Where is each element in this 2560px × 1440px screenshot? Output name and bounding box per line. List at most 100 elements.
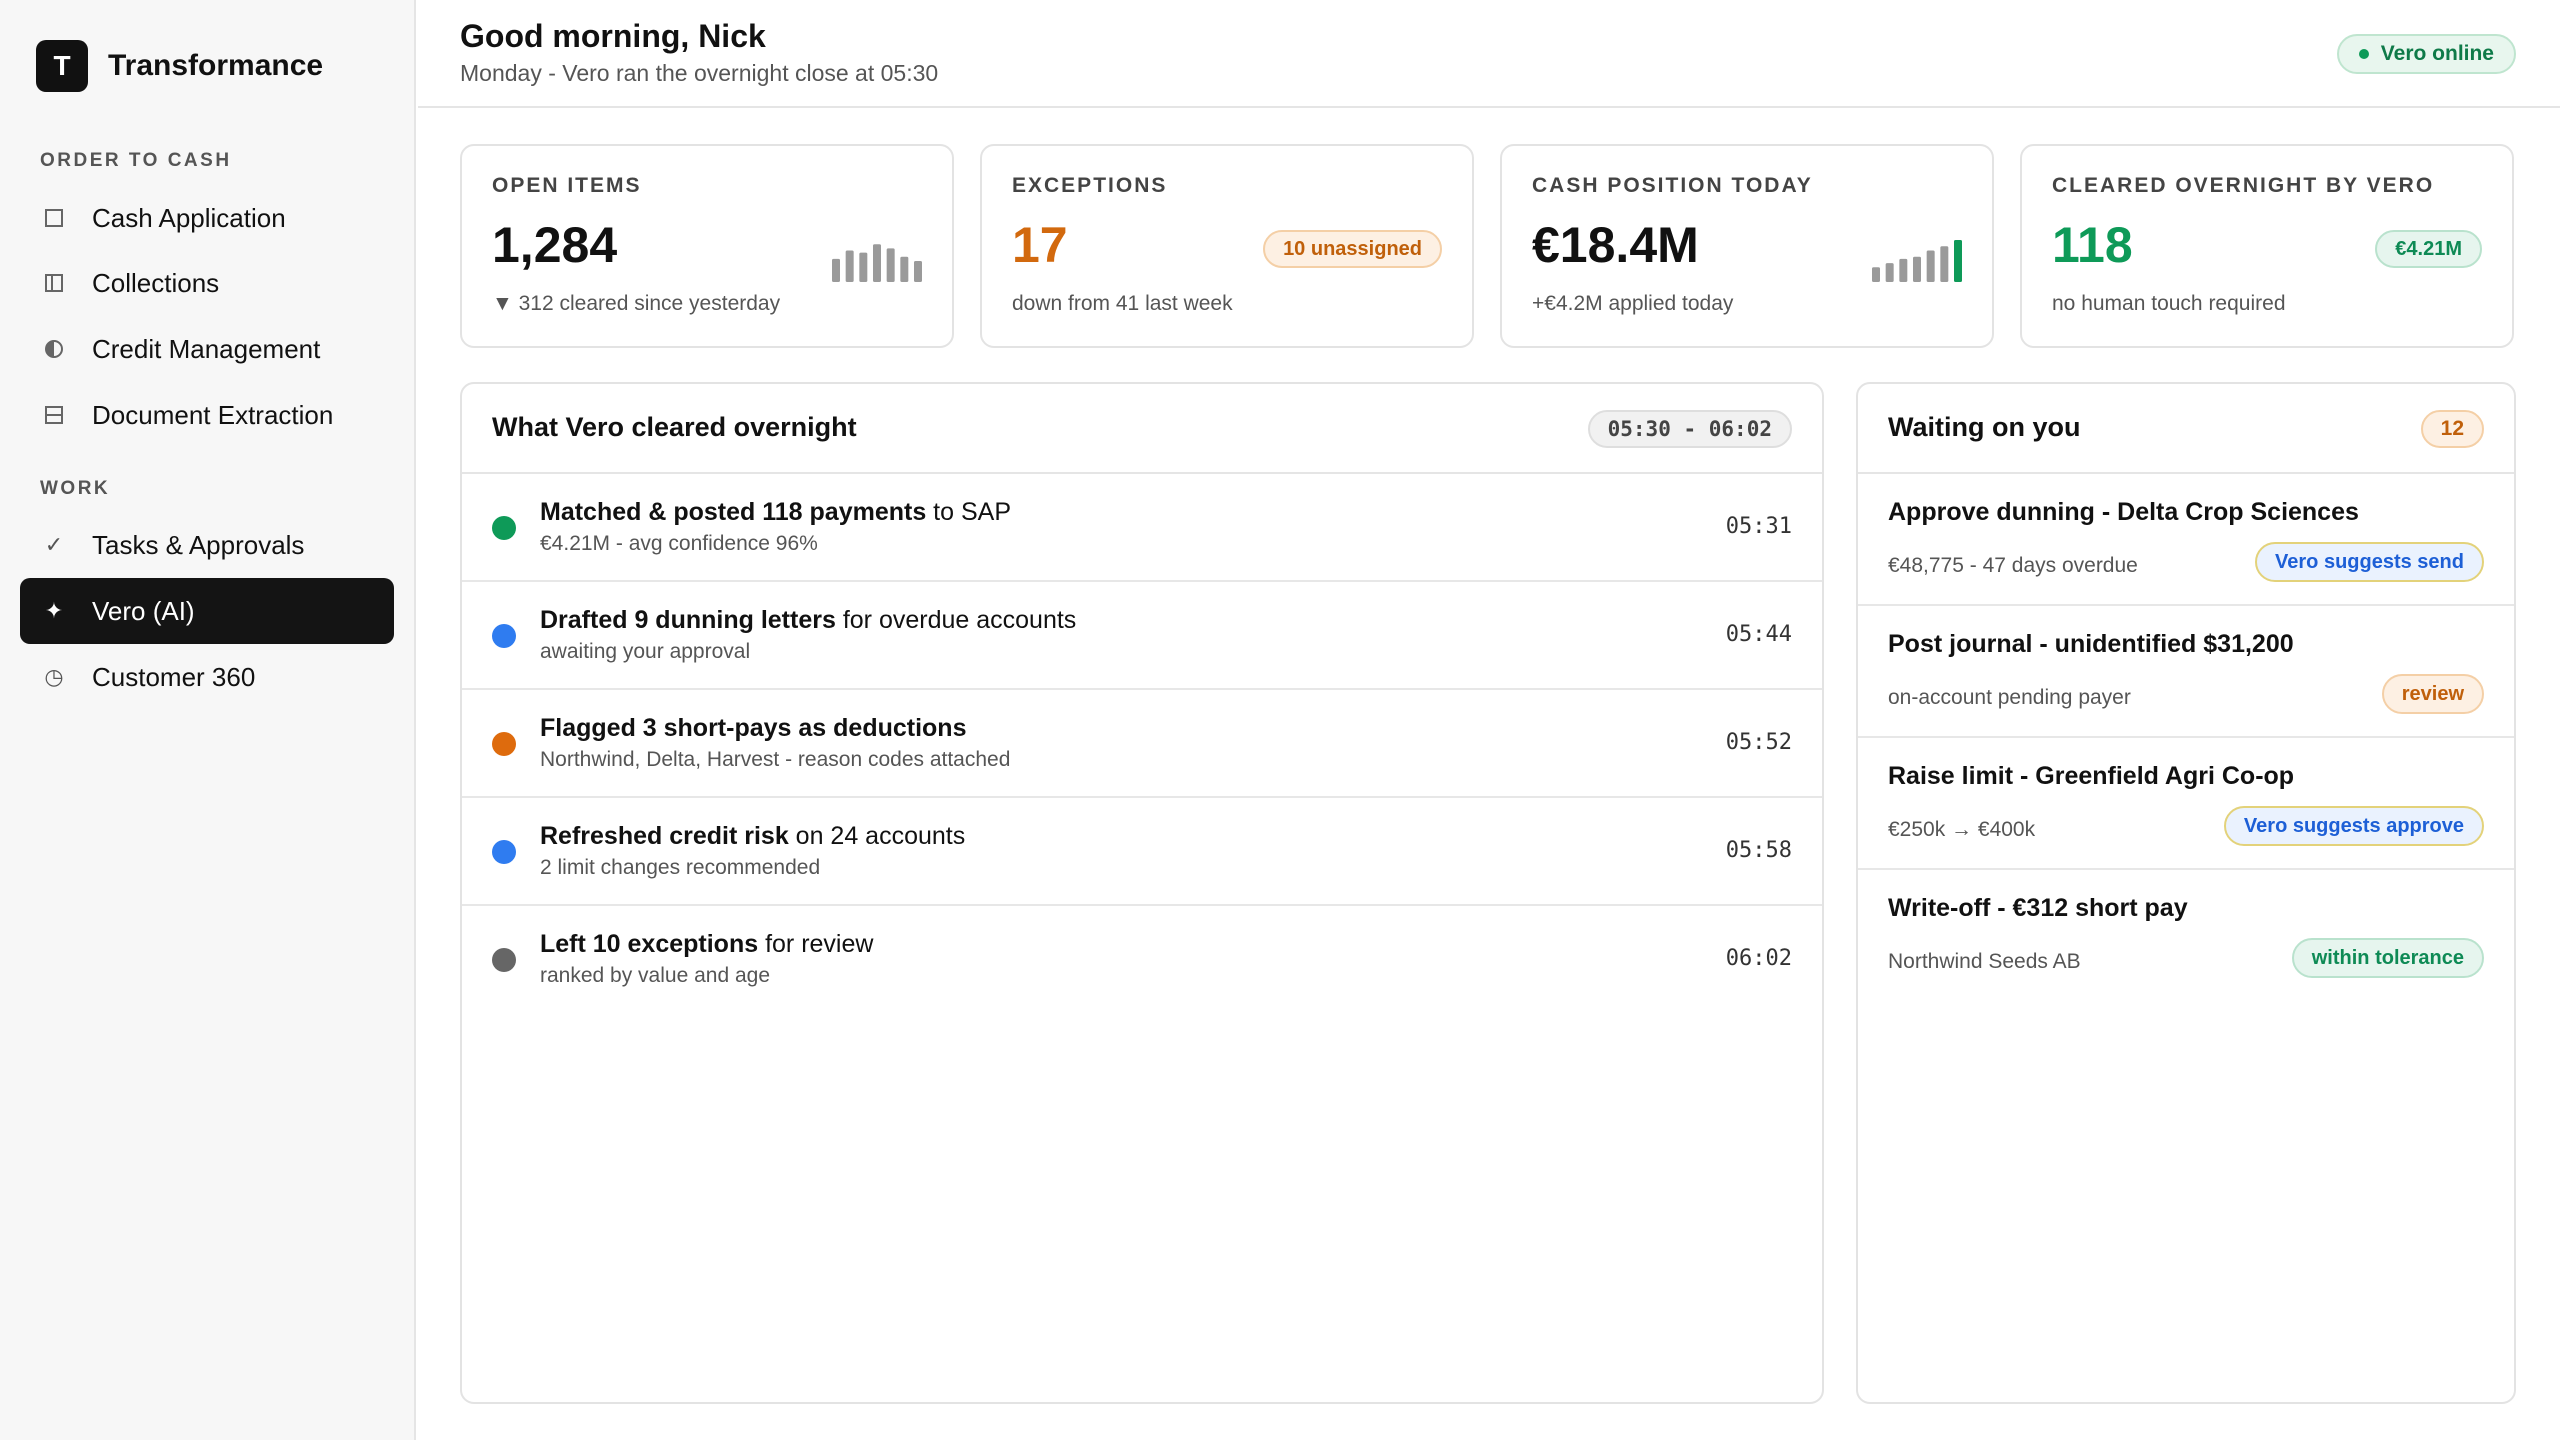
activity-row[interactable]: Drafted 9 dunning letters for overdue ac…	[462, 582, 1822, 690]
activity-row[interactable]: Left 10 exceptions for review ranked by …	[462, 906, 1822, 1014]
status-dot-icon	[492, 948, 516, 972]
kpi-title: OPEN ITEMS	[492, 174, 642, 197]
activity-time: 05:58	[1725, 838, 1792, 863]
kpi-title: CASH POSITION TODAY	[1532, 174, 1813, 197]
kpi-value: 17	[1012, 217, 1068, 273]
tolerance-tag[interactable]: within tolerance	[2291, 938, 2484, 978]
sidebar-item-label: Vero (AI)	[92, 595, 195, 626]
waiting-item[interactable]: Write-off - €312 short pay Northwind See…	[1858, 870, 2514, 1002]
waiting-item-title: Write-off - €312 short pay	[1888, 894, 2188, 922]
activity-text: Drafted 9 dunning letters for overdue ac…	[540, 606, 1077, 634]
spark-bar	[1872, 267, 1880, 282]
activity-subtext: ranked by value and age	[540, 964, 771, 987]
sparkle-icon: ✦	[44, 598, 64, 623]
spark-bar	[1885, 263, 1894, 282]
sparkline-bars-icon	[832, 244, 922, 282]
waiting-item[interactable]: Raise limit - Greenfield Agri Co-op €250…	[1858, 738, 2514, 870]
section-label-work: WORK	[40, 478, 111, 499]
sidebar-item-label: Document Extraction	[92, 399, 334, 430]
waiting-item-title: Approve dunning - Delta Crop Sciences	[1888, 498, 2359, 526]
waiting-item-subtext: Northwind Seeds AB	[1888, 950, 2081, 973]
panel-title: What Vero cleared overnight	[492, 412, 857, 442]
overnight-activity-panel: What Vero cleared overnight 05:30 - 06:0…	[460, 382, 1824, 1404]
spark-bar	[845, 250, 854, 282]
kpi-subtext: no human touch required	[2052, 292, 2286, 315]
status-label: Vero online	[2380, 42, 2494, 65]
sidebar-item-cash-application[interactable]: Cash Application	[20, 185, 394, 251]
kpi-subtext: ▼ 312 cleared since yesterday	[492, 292, 781, 315]
activity-row[interactable]: Flagged 3 short-pays as deductions North…	[462, 690, 1822, 798]
activity-subtext: Northwind, Delta, Harvest - reason codes…	[540, 748, 1011, 771]
status-dot-icon	[492, 840, 516, 864]
spark-bar	[1940, 246, 1949, 282]
activity-row[interactable]: Refreshed credit risk on 24 accounts 2 l…	[462, 798, 1822, 906]
activity-text: Refreshed credit risk on 24 accounts	[540, 822, 966, 850]
columns-icon	[40, 272, 68, 294]
status-badge: Vero online	[2336, 34, 2516, 74]
sidebar: T Transformance ORDER TO CASH Cash Appli…	[0, 0, 416, 1440]
activity-row[interactable]: Matched & posted 118 payments to SAP €4.…	[462, 474, 1822, 582]
kpi-card-cleared-overnight[interactable]: CLEARED OVERNIGHT BY VERO 118 €4.21M no …	[2020, 144, 2514, 348]
half-circle-icon	[40, 338, 68, 360]
spark-bar	[914, 261, 922, 282]
spark-bar	[1913, 256, 1921, 282]
spark-bar	[886, 248, 895, 282]
activity-subtext: 2 limit changes recommended	[540, 856, 821, 879]
brand[interactable]: T Transformance	[36, 40, 323, 92]
waiting-item-subtext: €48,775 - 47 days overdue	[1888, 554, 2138, 577]
sidebar-item-customer-360[interactable]: ◷ Customer 360	[20, 644, 394, 710]
page-title: Good morning, Nick	[460, 18, 766, 54]
sidebar-item-label: Cash Application	[92, 202, 286, 233]
status-dot-icon	[492, 732, 516, 756]
status-dot-icon	[492, 516, 516, 540]
time-range-badge: 05:30 - 06:02	[1587, 410, 1792, 448]
waiting-item-title: Raise limit - Greenfield Agri Co-op	[1888, 762, 2295, 790]
status-dot-icon	[492, 624, 516, 648]
spark-bar	[832, 258, 840, 282]
check-icon: ✓	[44, 532, 64, 557]
clock-icon: ◷	[44, 664, 64, 689]
review-tag[interactable]: review	[2381, 674, 2484, 714]
sidebar-item-document-extraction[interactable]: Document Extraction	[20, 382, 394, 448]
activity-text: Flagged 3 short-pays as deductions	[540, 714, 967, 742]
document-icon	[40, 404, 68, 426]
sidebar-item-label: Collections	[92, 267, 220, 298]
sidebar-item-credit-management[interactable]: Credit Management	[20, 316, 394, 382]
unassigned-badge[interactable]: 10 unassigned	[1263, 230, 1442, 268]
square-icon	[40, 207, 68, 229]
activity-time: 05:44	[1725, 622, 1792, 647]
spark-bar	[1926, 250, 1935, 282]
sparkline-bars-icon	[1872, 240, 1962, 282]
waiting-item[interactable]: Post journal - unidentified $31,200 on-a…	[1858, 606, 2514, 738]
kpi-card-exceptions[interactable]: EXCEPTIONS 17 10 unassigned down from 41…	[980, 144, 1474, 348]
waiting-on-you-panel: Waiting on you 12 Approve dunning - Delt…	[1856, 382, 2516, 1404]
kpi-card-open-items[interactable]: OPEN ITEMS 1,284 ▼ 312 cleared since yes…	[460, 144, 954, 348]
suggestion-tag[interactable]: Vero suggests send	[2255, 542, 2484, 582]
status-dot-icon	[2358, 49, 2369, 59]
panel-title: Waiting on you	[1888, 412, 2081, 442]
sidebar-item-label: Tasks & Approvals	[92, 529, 305, 560]
section-label-order-to-cash: ORDER TO CASH	[40, 150, 232, 171]
sidebar-item-tasks-approvals[interactable]: ✓ Tasks & Approvals	[20, 512, 394, 578]
count-badge: 12	[2420, 410, 2484, 448]
kpi-value: €18.4M	[1532, 217, 1699, 273]
kpi-card-cash-position[interactable]: CASH POSITION TODAY €18.4M +€4.2M applie…	[1500, 144, 1994, 348]
sidebar-item-vero-ai[interactable]: ✦ Vero (AI)	[20, 578, 394, 644]
suggestion-tag[interactable]: Vero suggests approve	[2223, 806, 2484, 846]
kpi-title: EXCEPTIONS	[1012, 174, 1168, 197]
panel-header: What Vero cleared overnight 05:30 - 06:0…	[462, 384, 1822, 474]
kpi-title: CLEARED OVERNIGHT BY VERO	[2052, 174, 2435, 197]
sidebar-item-label: Customer 360	[92, 661, 256, 692]
page-subtitle: Monday - Vero ran the overnight close at…	[460, 60, 939, 86]
spark-bar	[1954, 240, 1962, 282]
kpi-subtext: +€4.2M applied today	[1532, 292, 1734, 315]
activity-time: 05:31	[1725, 514, 1792, 539]
waiting-item[interactable]: Approve dunning - Delta Crop Sciences €4…	[1858, 474, 2514, 606]
sidebar-item-collections[interactable]: Collections	[20, 250, 394, 316]
spark-bar	[1899, 258, 1908, 282]
waiting-item-subtext: €250k → €400k	[1888, 818, 2036, 841]
activity-text: Left 10 exceptions for review	[540, 930, 874, 958]
waiting-item-subtext: on-account pending payer	[1888, 686, 2131, 709]
activity-time: 05:52	[1725, 730, 1792, 755]
panel-header: Waiting on you 12	[1858, 384, 2514, 474]
